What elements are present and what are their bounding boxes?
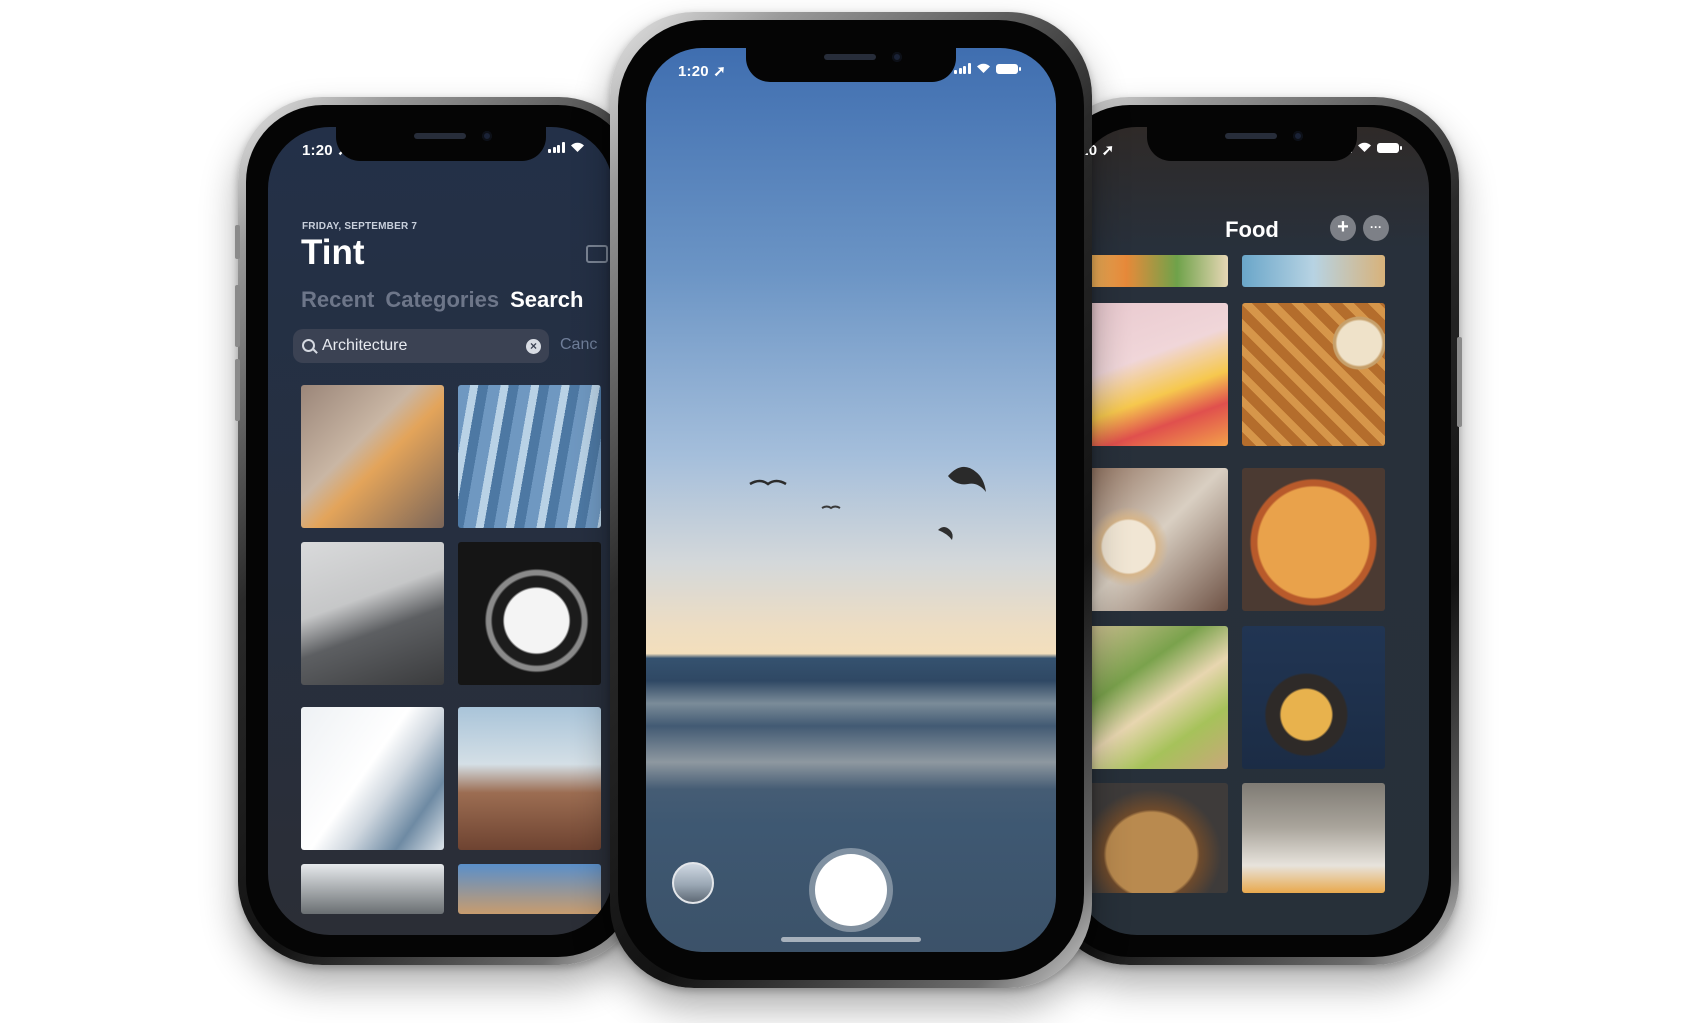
photo-copper-sculpture-building[interactable] [458,707,601,850]
photo-waffles-pecans[interactable] [1242,303,1385,446]
photo-waffles-top[interactable] [1242,255,1385,287]
photo-blueberry-pancake[interactable] [1242,626,1385,769]
photo-food-bowl[interactable] [1075,255,1228,287]
seagull-3 [948,466,986,492]
photo-white-balcony-building[interactable] [301,707,444,850]
date-label: FRIDAY, SEPTEMBER 7 [302,221,418,232]
clear-icon[interactable]: × [526,339,541,354]
photo-yogurt-granola[interactable] [1075,468,1228,611]
camera-icon[interactable] [586,245,608,263]
photo-bread-loaf[interactable] [1075,783,1228,893]
photo-orange-atrium[interactable] [301,385,444,528]
battery-icon [995,63,1021,74]
add-icon[interactable]: + [1330,215,1356,241]
tab-search[interactable]: Search [510,287,583,313]
photo-gray-curved-building[interactable] [301,542,444,685]
signal-icon [548,142,565,153]
wifi-icon [976,63,990,73]
photo-street-cafe[interactable] [1242,783,1385,893]
bezel: 1:20 ➚ [618,20,1084,980]
shutter-button[interactable] [815,854,887,926]
side-button [1457,337,1462,427]
tab-recent[interactable]: Recent [301,287,374,313]
gallery-thumbnail[interactable] [672,862,714,904]
seagull-1 [749,479,787,486]
tab-categories[interactable]: Categories [385,287,499,313]
app-title: Tint [301,233,365,272]
notch [335,127,546,161]
phone-center: 1:20 ➚ [610,12,1092,988]
tab-bar: Recent Categories Search [301,287,583,313]
photo-domed-building[interactable] [458,864,601,914]
photo-trees-dome[interactable] [301,864,444,914]
phone-left: 1:20 ➚ FRIDAY, SEPTEMBER 7 Tint Recent C… [235,97,643,965]
photo-blue-glass-facade[interactable] [458,385,601,528]
photo-bw-spiral-building[interactable] [458,542,601,685]
volume-up-button [235,285,240,347]
wifi-icon [1357,142,1371,152]
status-time: 1:20 ➚ [678,63,726,80]
seagull-2 [821,505,841,510]
seagull-4 [938,527,953,540]
search-icon [302,339,315,352]
photo-pizza[interactable] [1242,468,1385,611]
signal-icon [954,63,971,74]
photo-tacos-lime[interactable] [1075,626,1228,769]
cancel-button[interactable]: Canc [560,336,597,354]
seagulls-scene [749,466,986,540]
silent-switch [235,225,240,259]
photo-pineapple-fruit[interactable] [1075,303,1228,446]
phone-right: :20 ➚ Food + ··· [1045,97,1462,965]
search-value: Architecture [322,337,408,354]
notch [746,48,956,82]
volume-down-button [235,359,240,421]
home-indicator [781,937,921,942]
camera-viewfinder: 1:20 ➚ [646,48,1056,952]
bezel: :20 ➚ Food + ··· [1053,105,1451,957]
wifi-icon [570,142,584,152]
more-icon[interactable]: ··· [1363,215,1389,241]
status-time: :20 ➚ [1075,142,1115,159]
screen: :20 ➚ Food + ··· [1075,127,1429,935]
notch [1147,127,1357,161]
battery-icon [1376,142,1402,153]
bezel: 1:20 ➚ FRIDAY, SEPTEMBER 7 Tint Recent C… [246,105,635,957]
search-input[interactable]: Architecture × [293,329,549,363]
screen: 1:20 ➚ FRIDAY, SEPTEMBER 7 Tint Recent C… [268,127,613,935]
